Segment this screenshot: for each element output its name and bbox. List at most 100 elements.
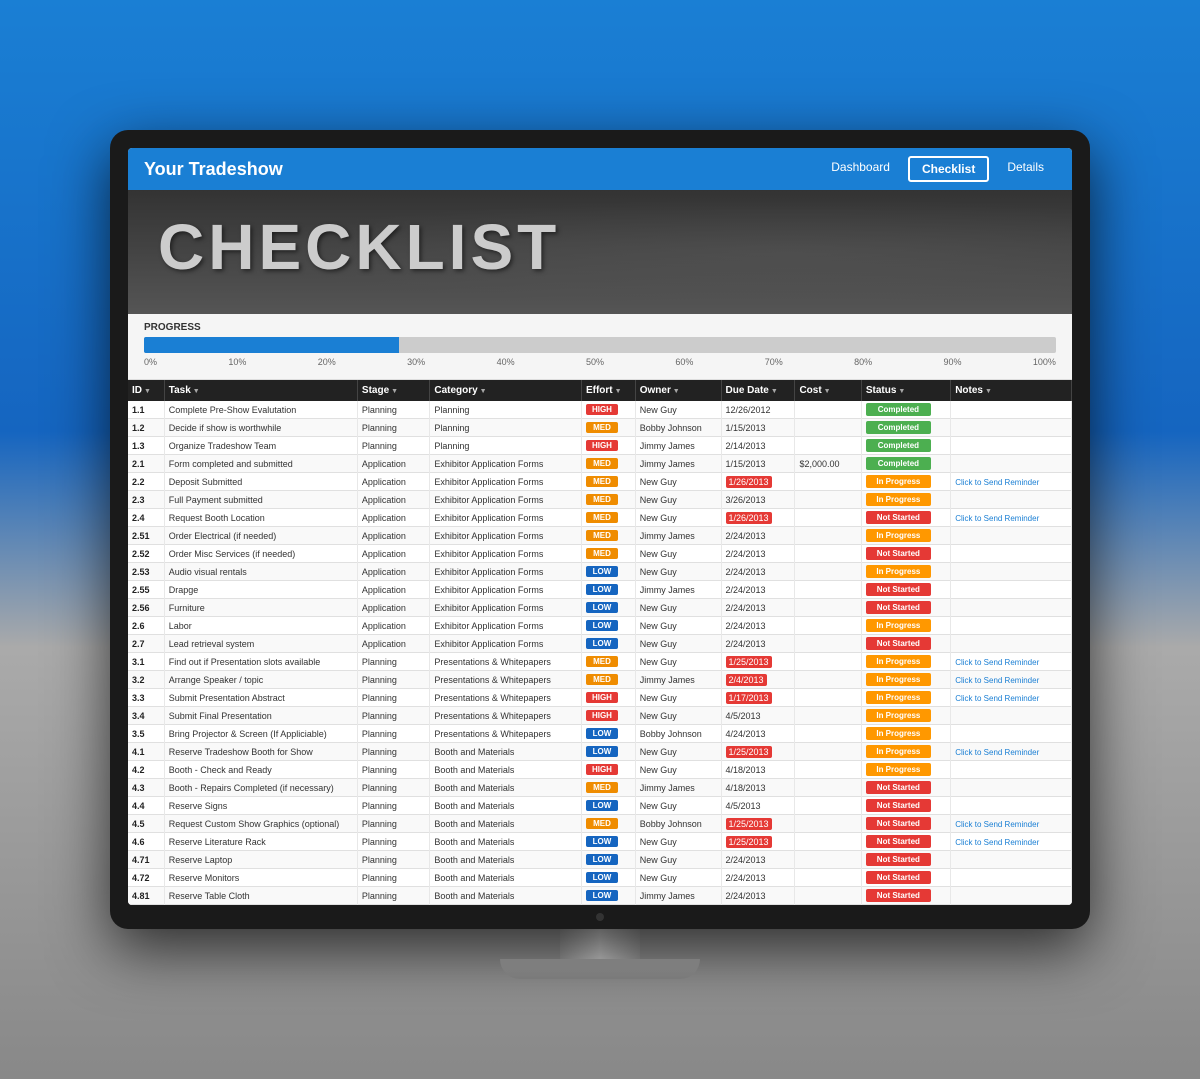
cell-effort: MED — [581, 527, 635, 545]
cell-id: 3.3 — [128, 689, 164, 707]
status-badge: Not Started — [866, 637, 931, 650]
effort-badge: HIGH — [586, 440, 618, 451]
cell-stage: Planning — [357, 437, 429, 455]
monitor-bezel-bottom — [128, 905, 1072, 929]
col-stage[interactable]: Stage — [357, 380, 429, 401]
cell-status: Not Started — [861, 815, 950, 833]
status-badge: Completed — [866, 439, 931, 452]
effort-badge: LOW — [586, 746, 618, 757]
col-owner[interactable]: Owner — [635, 380, 721, 401]
cell-status: In Progress — [861, 671, 950, 689]
note-reminder-link[interactable]: Click to Send Reminder — [955, 676, 1039, 685]
cell-status: Completed — [861, 401, 950, 419]
cell-category: Booth and Materials — [430, 833, 582, 851]
cell-stage: Planning — [357, 419, 429, 437]
cell-notes — [951, 779, 1072, 797]
cell-category: Exhibitor Application Forms — [430, 617, 582, 635]
col-id[interactable]: ID — [128, 380, 164, 401]
cell-cost — [795, 527, 861, 545]
note-reminder-link[interactable]: Click to Send Reminder — [955, 514, 1039, 523]
note-reminder-link[interactable]: Click to Send Reminder — [955, 478, 1039, 487]
cell-id: 2.3 — [128, 491, 164, 509]
cell-notes — [951, 419, 1072, 437]
cell-owner: New Guy — [635, 617, 721, 635]
col-status[interactable]: Status — [861, 380, 950, 401]
table-row: 4.2Booth - Check and ReadyPlanningBooth … — [128, 761, 1072, 779]
cell-task: Organize Tradeshow Team — [164, 437, 357, 455]
cell-owner: New Guy — [635, 473, 721, 491]
nav-details[interactable]: Details — [995, 156, 1056, 182]
cell-stage: Application — [357, 599, 429, 617]
nav-checklist[interactable]: Checklist — [908, 156, 989, 182]
cell-task: Booth - Repairs Completed (if necessary) — [164, 779, 357, 797]
progress-section: PROGRESS 0% 10% 20% 30% 40% 50% 60% 70% … — [128, 314, 1072, 380]
cell-owner: New Guy — [635, 635, 721, 653]
cell-task: Labor — [164, 617, 357, 635]
cell-stage: Planning — [357, 887, 429, 905]
col-effort[interactable]: Effort — [581, 380, 635, 401]
table-row: 4.3Booth - Repairs Completed (if necessa… — [128, 779, 1072, 797]
status-badge: Not Started — [866, 601, 931, 614]
cell-id: 2.6 — [128, 617, 164, 635]
date-overdue: 1/26/2013 — [726, 512, 772, 524]
cell-owner: Bobby Johnson — [635, 419, 721, 437]
cell-notes: Click to Send Reminder — [951, 743, 1072, 761]
cell-effort: MED — [581, 545, 635, 563]
effort-badge: MED — [586, 656, 618, 667]
cell-id: 2.55 — [128, 581, 164, 599]
cell-cost — [795, 401, 861, 419]
cell-notes — [951, 887, 1072, 905]
header-banner: CHECKLIST — [128, 190, 1072, 314]
cell-task: Complete Pre-Show Evalutation — [164, 401, 357, 419]
cell-category: Exhibitor Application Forms — [430, 599, 582, 617]
note-reminder-link[interactable]: Click to Send Reminder — [955, 694, 1039, 703]
col-category[interactable]: Category — [430, 380, 582, 401]
cell-category: Booth and Materials — [430, 869, 582, 887]
cell-status: In Progress — [861, 563, 950, 581]
cell-status: In Progress — [861, 761, 950, 779]
cell-duedate: 4/5/2013 — [721, 797, 795, 815]
nav-links: Dashboard Checklist Details — [819, 156, 1056, 182]
checklist-table-container: ID Task Stage Category Effort Owner Due … — [128, 380, 1072, 905]
note-reminder-link[interactable]: Click to Send Reminder — [955, 820, 1039, 829]
cell-id: 3.2 — [128, 671, 164, 689]
cell-id: 2.56 — [128, 599, 164, 617]
cell-cost — [795, 653, 861, 671]
cell-notes: Click to Send Reminder — [951, 653, 1072, 671]
cell-id: 4.71 — [128, 851, 164, 869]
cell-category: Exhibitor Application Forms — [430, 491, 582, 509]
cell-task: Reserve Tradeshow Booth for Show — [164, 743, 357, 761]
table-row: 3.1Find out if Presentation slots availa… — [128, 653, 1072, 671]
note-reminder-link[interactable]: Click to Send Reminder — [955, 748, 1039, 757]
col-cost[interactable]: Cost — [795, 380, 861, 401]
col-duedate[interactable]: Due Date — [721, 380, 795, 401]
table-row: 3.2Arrange Speaker / topicPlanningPresen… — [128, 671, 1072, 689]
effort-badge: MED — [586, 674, 618, 685]
cell-category: Presentations & Whitepapers — [430, 653, 582, 671]
note-reminder-link[interactable]: Click to Send Reminder — [955, 658, 1039, 667]
cell-notes: Click to Send Reminder — [951, 473, 1072, 491]
effort-badge: MED — [586, 818, 618, 829]
cell-status: In Progress — [861, 527, 950, 545]
cell-cost — [795, 797, 861, 815]
col-task[interactable]: Task — [164, 380, 357, 401]
cell-status: Completed — [861, 455, 950, 473]
cell-notes: Click to Send Reminder — [951, 689, 1072, 707]
effort-badge: MED — [586, 494, 618, 505]
note-reminder-link[interactable]: Click to Send Reminder — [955, 838, 1039, 847]
cell-cost — [795, 635, 861, 653]
cell-category: Exhibitor Application Forms — [430, 473, 582, 491]
cell-cost — [795, 617, 861, 635]
cell-duedate: 1/15/2013 — [721, 419, 795, 437]
cell-stage: Planning — [357, 833, 429, 851]
col-notes[interactable]: Notes — [951, 380, 1072, 401]
cell-notes — [951, 581, 1072, 599]
table-header-row: ID Task Stage Category Effort Owner Due … — [128, 380, 1072, 401]
cell-notes — [951, 527, 1072, 545]
cell-task: Reserve Signs — [164, 797, 357, 815]
effort-badge: LOW — [586, 602, 618, 613]
effort-badge: LOW — [586, 854, 618, 865]
nav-dashboard[interactable]: Dashboard — [819, 156, 902, 182]
cell-duedate: 1/25/2013 — [721, 653, 795, 671]
cell-notes: Click to Send Reminder — [951, 815, 1072, 833]
